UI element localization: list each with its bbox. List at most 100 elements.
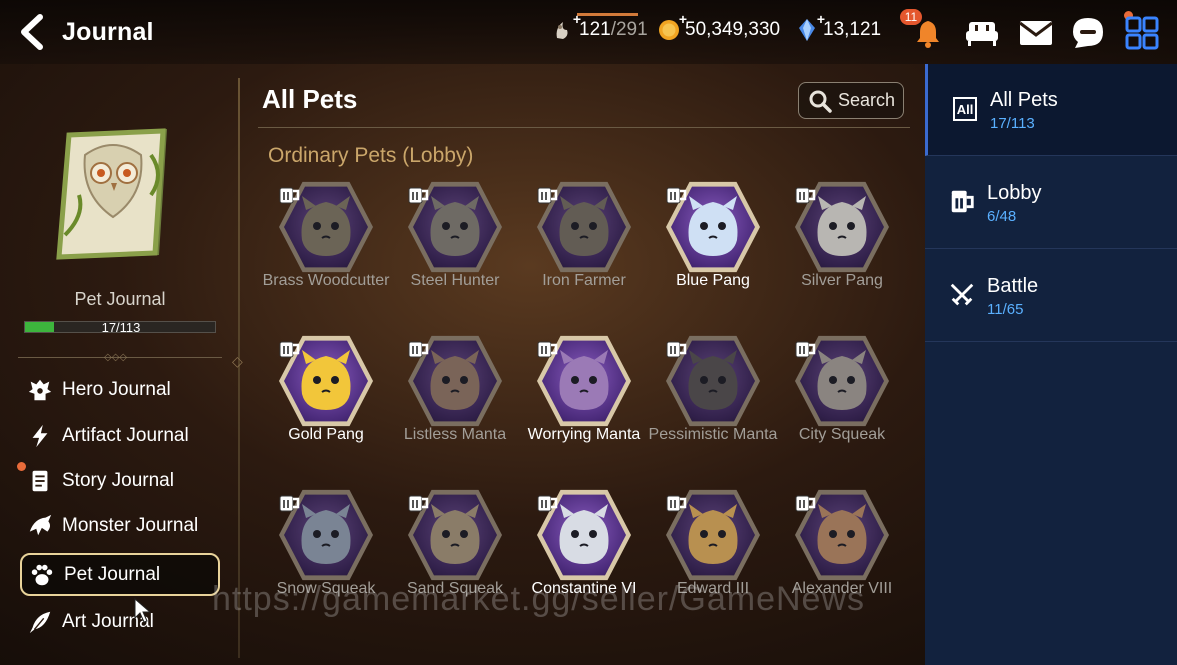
pet-card[interactable]: Iron Farmer <box>519 180 649 320</box>
separator-ornament: ◇ <box>232 353 243 369</box>
journal-progress-bar: 17/113 <box>24 320 216 335</box>
pet-creature-image <box>430 350 480 410</box>
crystal-icon: + <box>795 11 825 42</box>
menu-label: Story Journal <box>62 470 174 491</box>
pet-name: Worrying Manta <box>527 426 641 443</box>
mail-button[interactable] <box>1017 14 1055 52</box>
lobby-button[interactable] <box>963 14 1001 52</box>
tab-label: Lobby <box>987 182 1042 204</box>
menu-story-journal[interactable]: Story Journal <box>20 461 220 501</box>
pet-name: City Squeak <box>798 426 886 443</box>
notification-badge: 11 <box>900 9 922 25</box>
pet-creature-image <box>688 504 738 564</box>
lobby-mug-icon <box>666 187 687 204</box>
menu-hero-journal[interactable]: Hero Journal <box>20 370 220 410</box>
pet-creature-image <box>301 504 351 564</box>
lobby-mug-icon <box>279 341 300 358</box>
section-divider <box>258 127 910 128</box>
pet-portrait <box>795 488 889 582</box>
pet-portrait <box>795 334 889 428</box>
menu-label: Monster Journal <box>62 515 199 536</box>
menu-pet-journal[interactable]: Pet Journal <box>20 553 220 596</box>
subsection-title: Ordinary Pets (Lobby) <box>268 144 474 167</box>
pet-card[interactable]: Gold Pang <box>261 334 391 474</box>
lobby-mug-icon <box>279 187 300 204</box>
pet-creature-image <box>817 350 867 410</box>
lobby-mug-icon <box>795 187 816 204</box>
page-title: Journal <box>62 18 154 46</box>
search-button[interactable]: Search <box>798 82 904 119</box>
lightning-icon <box>26 422 54 450</box>
tab-label: Battle <box>987 275 1039 297</box>
lobby-mug-icon <box>408 341 429 358</box>
tab-lobby[interactable]: Lobby 6/48 <box>925 157 1177 249</box>
pet-portrait <box>537 180 631 274</box>
pet-name: Silver Pang <box>801 272 883 289</box>
lobby-mug-icon <box>279 495 300 512</box>
lobby-mug-icon <box>795 495 816 512</box>
pet-creature-image <box>559 196 609 256</box>
pet-name: Steel Hunter <box>410 272 500 289</box>
pet-portrait <box>666 334 760 428</box>
hero-icon <box>26 376 54 404</box>
pet-name: Iron Farmer <box>542 272 626 289</box>
lobby-mug-icon <box>537 187 558 204</box>
stamina-counter[interactable]: + 121/291 <box>551 11 648 42</box>
pet-creature-image <box>688 196 738 256</box>
chat-button[interactable] <box>1069 14 1107 52</box>
pet-portrait <box>537 488 631 582</box>
back-button[interactable] <box>16 14 50 50</box>
pet-portrait <box>408 334 502 428</box>
crystal-counter[interactable]: + 13,121 <box>795 11 882 42</box>
pet-card[interactable]: Brass Woodcutter <box>261 180 391 320</box>
pet-card[interactable]: Listless Manta <box>390 334 520 474</box>
pet-creature-image <box>430 504 480 564</box>
pet-card[interactable]: Pessimistic Manta <box>648 334 778 474</box>
pet-card[interactable]: City Squeak <box>777 334 907 474</box>
tab-battle[interactable]: Battle 11/65 <box>925 250 1177 342</box>
pet-name: Blue Pang <box>676 272 750 289</box>
pet-portrait <box>279 180 373 274</box>
menu-label: Artifact Journal <box>62 425 189 446</box>
pet-creature-image <box>430 196 480 256</box>
journal-progress-text: 17/113 <box>101 320 141 335</box>
pet-portrait <box>408 488 502 582</box>
pet-name: Listless Manta <box>403 426 507 443</box>
tab-count: 6/48 <box>987 208 1017 225</box>
divider-ornament: ◇◇◇ <box>104 352 128 363</box>
gold-counter[interactable]: + 50,349,330 <box>657 11 781 42</box>
pet-journal-book-image <box>55 125 185 265</box>
menu-artifact-journal[interactable]: Artifact Journal <box>20 416 220 456</box>
mouse-cursor-icon <box>134 598 152 623</box>
search-icon <box>809 90 832 113</box>
tab-all-pets[interactable]: All All Pets 17/113 <box>925 64 1177 156</box>
journal-label: Pet Journal <box>74 289 166 309</box>
stamina-icon: + <box>551 11 581 42</box>
stamina-recharge-bar <box>577 13 638 16</box>
pet-card[interactable]: Blue Pang <box>648 180 778 320</box>
crystal-value: 13,121 <box>823 19 882 40</box>
top-bar: Journal + 121/291 + 50,349,330 + 13,121 … <box>0 0 1177 64</box>
main-menu-button[interactable] <box>1123 14 1161 52</box>
menu-art-journal[interactable]: Art Journal <box>20 602 220 642</box>
section-title: All Pets <box>262 84 358 114</box>
watermark: https://gamemarket.gg/seller/GameNews <box>212 580 866 618</box>
mail-icon <box>1019 21 1053 45</box>
pet-creature-image <box>559 504 609 564</box>
lobby-mug-icon <box>408 495 429 512</box>
crossed-swords-icon <box>947 280 977 310</box>
search-label: Search <box>838 90 896 110</box>
gold-value: 50,349,330 <box>685 19 781 40</box>
lobby-mug-icon <box>666 495 687 512</box>
pet-creature-image <box>817 504 867 564</box>
lobby-sofa-icon <box>966 22 998 46</box>
tab-label: All Pets <box>990 89 1058 111</box>
menu-monster-journal[interactable]: Monster Journal <box>20 506 220 546</box>
stamina-max: /291 <box>610 19 648 40</box>
pet-card[interactable]: Silver Pang <box>777 180 907 320</box>
pet-card[interactable]: Worrying Manta <box>519 334 649 474</box>
pet-card[interactable]: Steel Hunter <box>390 180 520 320</box>
back-arrow-icon <box>21 14 43 50</box>
lobby-mug-icon <box>537 495 558 512</box>
stamina-value: 121 <box>579 19 611 40</box>
